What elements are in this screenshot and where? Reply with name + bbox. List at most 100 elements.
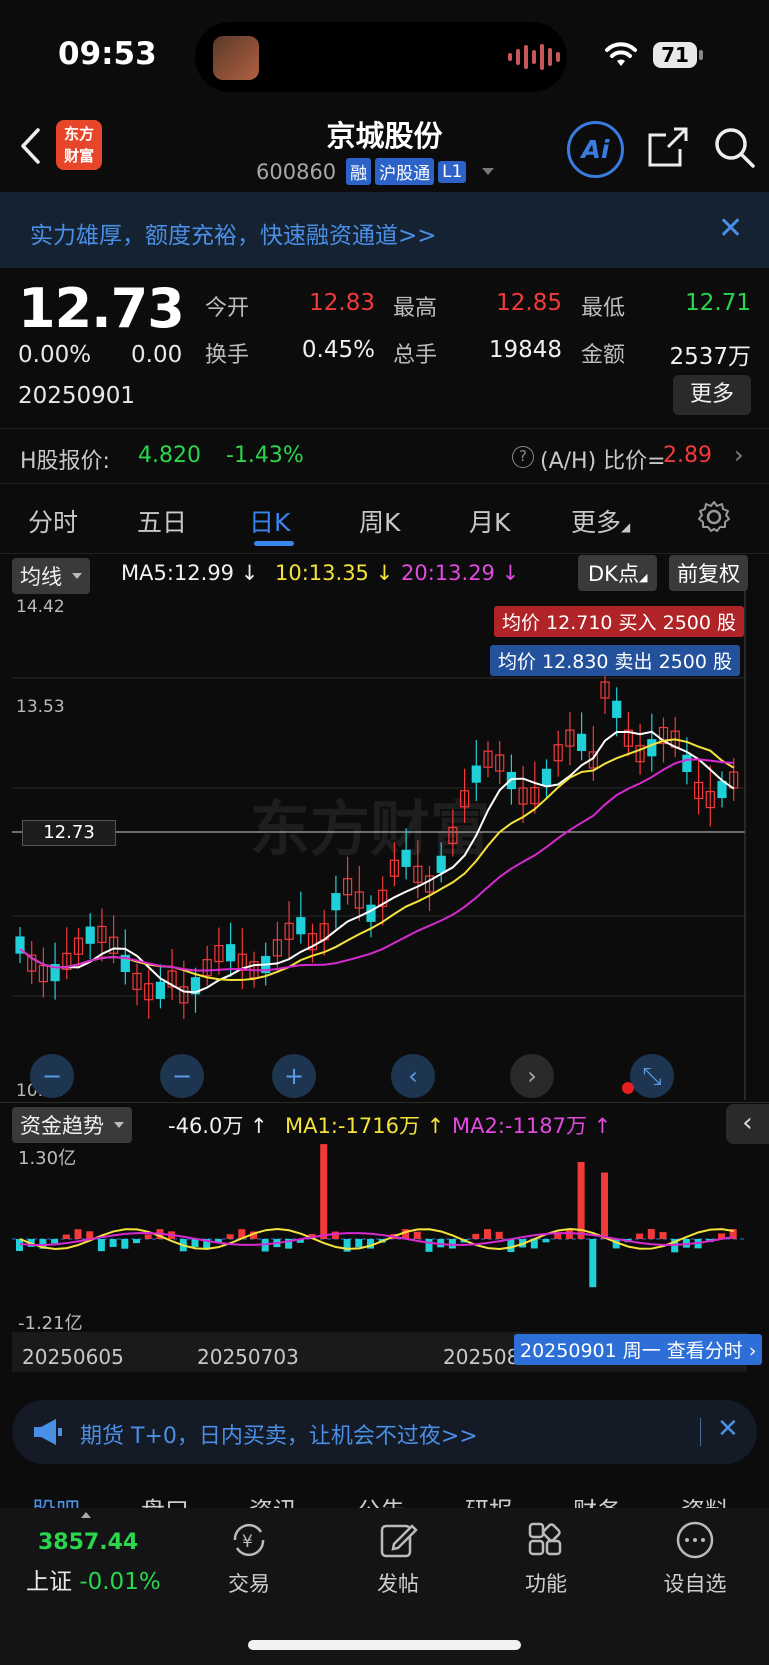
audio-wave-icon (508, 44, 560, 70)
fund-bar (647, 1229, 655, 1239)
tag-margin: 融 (346, 158, 372, 185)
tab-daily-k[interactable]: 日K (249, 503, 290, 539)
fund-bar (495, 1231, 503, 1239)
fund-bar (51, 1239, 59, 1244)
nav-trade[interactable]: ¥ 交易 (194, 1518, 304, 1598)
dropdown-icon (72, 573, 82, 579)
volume-label: 总手 (393, 343, 438, 368)
nav-functions[interactable]: 功能 (491, 1518, 601, 1598)
collapse-panel-icon[interactable]: ‹ (726, 1104, 769, 1144)
status-time: 09:53 (58, 36, 157, 72)
turnover-label: 换手 (205, 343, 250, 368)
stock-code: 600860 (256, 159, 337, 184)
h-share-change: -1.43% (226, 443, 304, 468)
current-price-label: 12.73 (22, 820, 116, 846)
high-value: 12.85 (496, 290, 562, 316)
h-share-price: 4.820 (138, 443, 201, 468)
futures-text[interactable]: 期货 T+0，日内买卖，让机会不过夜>> (80, 1418, 478, 1450)
fund-bar (133, 1239, 140, 1244)
indicator-y-top: 1.30亿 (18, 1148, 77, 1169)
date-label: 202508 (443, 1345, 520, 1369)
index-name[interactable]: 上证 -0.01% (26, 1562, 161, 1596)
ah-ratio-value[interactable]: 2.89 (663, 443, 712, 468)
nav-watchlist[interactable]: 设自选 (640, 1518, 750, 1598)
date-label: 20250605 (22, 1345, 124, 1369)
subtab-announcements[interactable]: 公告 (357, 1494, 405, 1508)
close-icon[interactable]: ✕ (718, 214, 743, 244)
more-quote-button[interactable]: 更多 (673, 375, 751, 415)
stock-code-line[interactable]: 600860 融 沪股通 L1 (256, 158, 495, 185)
dk-point-button[interactable]: DK点◢ (578, 555, 658, 591)
fund-bar (636, 1233, 644, 1239)
ma-select[interactable]: 均线 (12, 558, 90, 594)
expand-up-icon[interactable] (81, 1512, 91, 1518)
candle-body (331, 893, 341, 911)
zoom-in-icon[interactable]: + (272, 1054, 316, 1098)
candle-body (85, 926, 95, 944)
index-value[interactable]: 3857.44 (38, 1530, 138, 1555)
fund-bar (507, 1239, 515, 1253)
ma5-readout: MA5:12.99 ↓ (121, 561, 259, 585)
battery-tip (699, 50, 703, 60)
subtab-finance[interactable]: 财务 (573, 1494, 621, 1508)
promo-text[interactable]: 实力雄厚，额度充裕，快速融资通道>> (30, 216, 437, 250)
tab-monthly-k[interactable]: 月K (469, 503, 510, 539)
gear-icon[interactable] (697, 500, 731, 534)
subtab-profile[interactable]: 资料 (681, 1494, 729, 1508)
close-icon[interactable]: ✕ (717, 1414, 739, 1444)
subtab-forum[interactable]: 股吧 (32, 1494, 80, 1508)
fund-bar (413, 1231, 421, 1239)
search-icon[interactable] (712, 125, 756, 169)
fund-trend-chart[interactable] (0, 1142, 769, 1330)
indicator-ma1: MA1:-1716万 ↑ (285, 1114, 445, 1138)
h-share-label: H股报价: (20, 449, 110, 474)
zoom-out-icon[interactable]: − (30, 1054, 74, 1098)
svg-text:¥: ¥ (242, 1532, 253, 1552)
tab-more[interactable]: 更多◢ (571, 503, 630, 539)
fund-bar (191, 1239, 199, 1248)
candle-body (612, 700, 622, 718)
help-icon[interactable]: ? (512, 446, 534, 468)
tab-five-day[interactable]: 五日 (137, 503, 187, 539)
candle-body (226, 944, 236, 962)
fund-bar (109, 1239, 117, 1247)
scroll-left-far-icon[interactable]: − (160, 1054, 204, 1098)
fund-bar (554, 1233, 562, 1239)
subtab-orderbook[interactable]: 盘口 (141, 1494, 189, 1508)
share-icon[interactable] (646, 125, 690, 169)
candle-body (471, 765, 481, 783)
sell-marker-box: 均价 12.830 卖出 2500 股 (490, 645, 740, 676)
divider (0, 553, 769, 554)
fullscreen-icon[interactable]: ⤡ (630, 1054, 674, 1098)
tab-intraday[interactable]: 分时 (28, 503, 78, 539)
edit-icon (380, 1524, 418, 1558)
ma10-readout: 10:13.35 ↓ (275, 561, 394, 585)
adjust-button[interactable]: 前复权 (669, 555, 748, 591)
candle-body (717, 780, 727, 799)
ah-ratio-label[interactable]: (A/H) 比价= (540, 443, 666, 475)
fund-bar (86, 1231, 94, 1239)
subtab-news[interactable]: 资讯 (249, 1494, 297, 1508)
last-price: 12.73 (18, 277, 185, 340)
ai-button[interactable]: Ai (567, 121, 624, 178)
turnover-value: 0.45% (301, 337, 375, 363)
scroll-right-icon[interactable]: › (510, 1054, 554, 1098)
quote-date: 20250901 (18, 383, 136, 409)
buy-marker-box: 均价 12.710 买入 2500 股 (494, 606, 744, 637)
fund-bar (659, 1232, 667, 1239)
home-indicator (248, 1640, 521, 1650)
scroll-left-icon[interactable]: ‹ (391, 1054, 435, 1098)
nav-post[interactable]: 发帖 (343, 1518, 453, 1598)
indicator-select[interactable]: 资金趋势 (12, 1107, 132, 1143)
tab-weekly-k[interactable]: 周K (359, 503, 400, 539)
subtab-research[interactable]: 研报 (465, 1494, 513, 1508)
separator (700, 1418, 701, 1446)
candle-body (155, 981, 165, 999)
fund-bar (121, 1239, 129, 1249)
change-percent: 0.00% (18, 342, 92, 368)
battery-level: 71 (653, 42, 697, 68)
view-intraday-tip[interactable]: 20250901 周一 查看分时 › (514, 1334, 763, 1365)
fund-bar (320, 1144, 328, 1239)
active-tab-indicator (254, 541, 294, 546)
chevron-right-icon[interactable]: › (734, 441, 744, 469)
